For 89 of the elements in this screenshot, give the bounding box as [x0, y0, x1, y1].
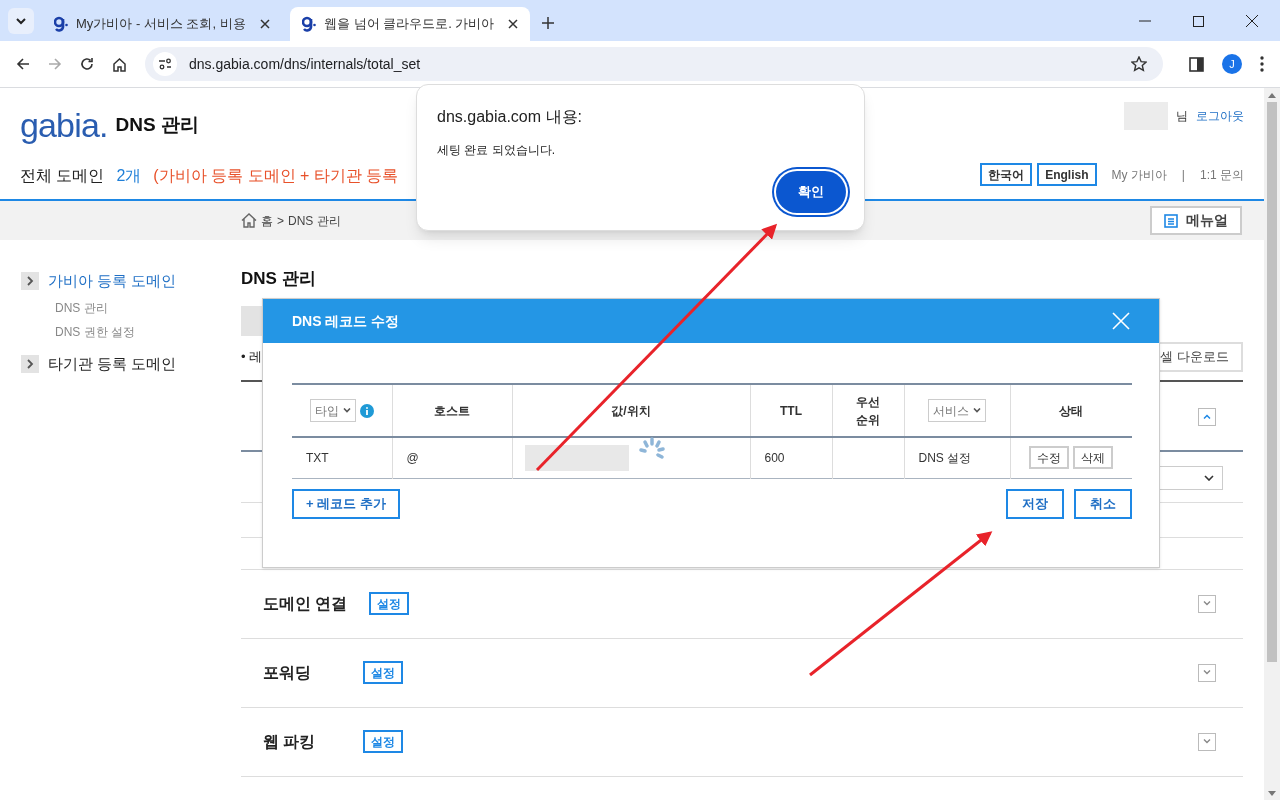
profile-avatar[interactable]: J [1222, 54, 1242, 74]
chevron-down-icon [1203, 601, 1211, 606]
summary-note: (가비아 등록 도메인 + 타기관 등록 [153, 166, 399, 186]
breadcrumb-separator: > [277, 212, 284, 230]
scroll-up-icon[interactable] [1268, 93, 1276, 98]
home-icon[interactable] [112, 56, 127, 72]
table-cell: TXT [306, 450, 329, 465]
bullet-text: • 레 [241, 347, 263, 366]
header-link[interactable]: 1:1 문의 [1200, 165, 1244, 184]
header-select[interactable]: 서비스 [928, 399, 986, 422]
back-icon[interactable] [16, 57, 30, 71]
chevron-down-icon [1204, 474, 1214, 481]
maximize-icon[interactable] [1193, 15, 1204, 27]
section-title: 웹 파킹 [263, 731, 317, 752]
favicon-icon [54, 16, 68, 32]
browser-tab[interactable]: 웹을 넘어 클라우드로. 가비아 [290, 7, 530, 41]
address-bar[interactable]: dns.gabia.com/dns/internals/total_set [145, 47, 1163, 81]
column-header: 우선 순위 [856, 394, 880, 427]
table-cell: @ [406, 450, 419, 465]
add-record-button[interactable]: + 레코드 추가 [292, 488, 400, 519]
header-select[interactable]: 타입 [309, 399, 356, 422]
cancel-button[interactable]: 취소 [1074, 488, 1132, 519]
reload-icon[interactable] [80, 57, 94, 71]
more-icon[interactable] [1260, 56, 1264, 72]
chevron-up-icon [1203, 414, 1211, 419]
breadcrumb-home[interactable]: 홈 [261, 211, 273, 230]
settings-button[interactable]: 설정 [369, 592, 409, 615]
chevron-down-icon [1203, 670, 1211, 675]
column-header: 값/위치 [611, 403, 651, 418]
sidebar-item[interactable]: 타기관 등록 도메인 [48, 352, 177, 375]
sidebar-subitem[interactable]: DNS 권한 설정 [55, 322, 241, 341]
section-title: 포워딩 [263, 662, 312, 683]
document-icon [1164, 213, 1178, 228]
alert-origin: dns.gabia.com 내용: [437, 107, 583, 127]
browser-tab[interactable]: My가비아 - 서비스 조회, 비용 [42, 7, 282, 41]
language-button[interactable]: English [1037, 163, 1097, 186]
expand-button[interactable] [1198, 663, 1216, 682]
domain-count: 2개 [116, 166, 142, 186]
chevron-down-icon [16, 17, 26, 25]
language-button[interactable]: 한국어 [980, 163, 1033, 186]
tab-title: My가비아 - 서비스 조회, 비용 [76, 15, 247, 34]
summary-label: 전체 도메인 [20, 166, 105, 186]
table-cell: DNS 설정 [918, 450, 972, 465]
expand-button[interactable] [1198, 594, 1216, 613]
favicon-icon [302, 16, 316, 32]
side-panel-icon[interactable] [1189, 56, 1204, 72]
column-header: 상태 [1059, 403, 1084, 418]
section-title: 도메인 연결 [263, 593, 349, 614]
row-action-button[interactable]: 삭제 [1073, 446, 1114, 470]
header-link[interactable]: My 가비아 [1111, 165, 1167, 184]
dialog-title: DNS 레코드 수정 [292, 311, 400, 331]
logout-link[interactable]: 로그아웃 [1196, 107, 1244, 125]
close-icon[interactable] [1246, 15, 1258, 27]
site-settings-icon[interactable] [153, 52, 177, 76]
page-title: DNS 관리 [115, 112, 199, 137]
column-header: 호스트 [434, 403, 470, 418]
chevron-right-icon [21, 272, 39, 291]
manual-button[interactable]: 메뉴얼 [1150, 206, 1242, 235]
close-icon[interactable] [508, 19, 518, 29]
tab-list-button[interactable] [8, 8, 34, 34]
scrollbar[interactable] [1264, 88, 1280, 800]
link-separator: | [1181, 166, 1185, 184]
chevron-down-icon [1203, 739, 1211, 744]
info-icon[interactable] [359, 403, 374, 418]
close-icon[interactable] [260, 19, 270, 29]
expand-button[interactable] [1198, 732, 1216, 751]
new-tab-icon[interactable] [542, 17, 554, 29]
star-icon[interactable] [1131, 56, 1147, 72]
scroll-down-icon[interactable] [1268, 791, 1276, 796]
save-button[interactable]: 저장 [1006, 488, 1064, 519]
breadcrumb-current: DNS 관리 [288, 212, 341, 230]
settings-button[interactable]: 설정 [363, 730, 403, 753]
url-text: dns.gabia.com/dns/internals/total_set [189, 54, 421, 74]
column-header: TTL [780, 403, 802, 418]
gabia-logo[interactable]: gabia. [20, 108, 108, 142]
chevron-down-icon [342, 408, 351, 413]
table-cell: 600 [764, 450, 785, 465]
user-suffix: 님 [1176, 108, 1188, 125]
collapse-button[interactable] [1198, 407, 1216, 426]
alert-message: 세팅 완료 되었습니다. [437, 142, 556, 159]
sidebar-item[interactable]: 가비아 등록 도메인 [48, 270, 177, 293]
settings-button[interactable]: 설정 [363, 661, 403, 684]
home-icon[interactable] [241, 213, 257, 228]
row-action-button[interactable]: 수정 [1029, 446, 1070, 470]
section-heading: DNS 관리 [241, 268, 317, 290]
tab-title: 웹을 넘어 클라우드로. 가비아 [324, 15, 496, 34]
sidebar-subitem[interactable]: DNS 관리 [55, 298, 241, 317]
chevron-down-icon [973, 408, 981, 413]
chevron-right-icon [21, 354, 39, 373]
